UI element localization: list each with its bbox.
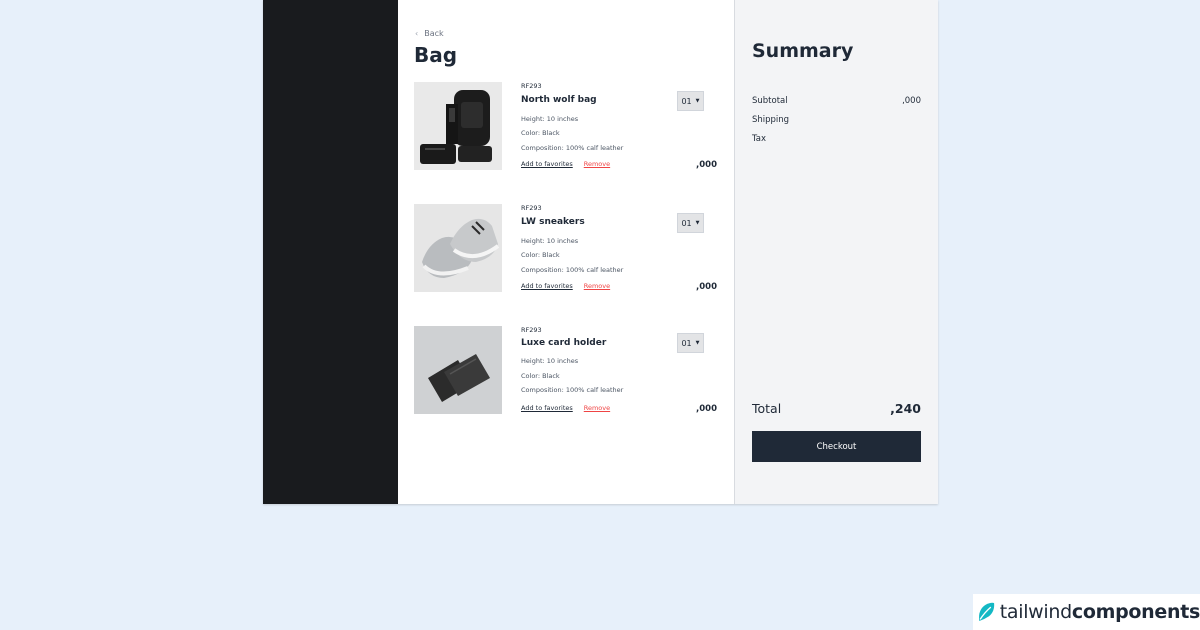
shipping-row: Shipping: [752, 115, 921, 125]
add-to-favorites-link[interactable]: Add to favorites: [521, 404, 573, 412]
subtotal-label: Subtotal: [752, 96, 788, 106]
caret-down-icon: ▼: [695, 98, 700, 104]
summary-panel: Summary Subtotal ,000 Shipping Tax Total…: [735, 0, 938, 504]
quantity-select[interactable]: 01 ▼: [677, 333, 704, 353]
cart-frame: ‹ Back Bag RF293 North wolf bag Height: …: [263, 0, 938, 504]
checkout-button[interactable]: Checkout: [752, 431, 921, 462]
bag-panel: ‹ Back Bag RF293 North wolf bag Height: …: [398, 0, 735, 504]
add-to-favorites-link[interactable]: Add to favorites: [521, 160, 573, 168]
item-color: Color: Black: [521, 372, 560, 380]
total-value: ,240: [890, 401, 921, 416]
page-title: Bag: [414, 43, 458, 67]
item-composition: Composition: 100% calf leather: [521, 386, 624, 394]
quantity-select[interactable]: 01 ▼: [677, 213, 704, 233]
cart-item: RF293 LW sneakers Height: 10 inches Colo…: [414, 204, 719, 296]
total-row: Total ,240: [752, 401, 921, 416]
quantity-value: 01: [681, 218, 692, 228]
remove-link[interactable]: Remove: [584, 160, 610, 168]
back-label: Back: [424, 29, 444, 38]
dark-side-panel: [263, 0, 398, 504]
backpack-image: [414, 82, 502, 170]
cart-item: RF293 North wolf bag Height: 10 inches C…: [414, 82, 719, 174]
chevron-left-icon: ‹: [415, 29, 419, 38]
item-price: ,000: [696, 282, 717, 292]
item-actions: Add to favorites Remove: [521, 160, 610, 168]
remove-link[interactable]: Remove: [584, 404, 610, 412]
item-actions: Add to favorites Remove: [521, 282, 610, 290]
item-composition: Composition: 100% calf leather: [521, 266, 624, 274]
brand-name: tailwindcomponents: [1000, 601, 1200, 623]
item-sku: RF293: [521, 82, 542, 90]
item-height: Height: 10 inches: [521, 357, 579, 365]
summary-title: Summary: [752, 40, 854, 62]
item-name: Luxe card holder: [521, 338, 607, 348]
back-link[interactable]: ‹ Back: [415, 29, 444, 38]
card-holder-image: [414, 326, 502, 414]
quantity-value: 01: [681, 96, 692, 106]
item-sku: RF293: [521, 204, 542, 212]
item-height: Height: 10 inches: [521, 115, 579, 123]
subtotal-row: Subtotal ,000: [752, 96, 921, 106]
item-name: North wolf bag: [521, 95, 597, 105]
quantity-select[interactable]: 01 ▼: [677, 91, 704, 111]
remove-link[interactable]: Remove: [584, 282, 610, 290]
brand-watermark: tailwindcomponents: [973, 594, 1200, 630]
item-color: Color: Black: [521, 129, 560, 137]
item-sku: RF293: [521, 326, 542, 334]
tax-label: Tax: [752, 134, 767, 144]
brand-name-bold: components: [1071, 601, 1200, 623]
item-composition: Composition: 100% calf leather: [521, 144, 624, 152]
subtotal-value: ,000: [902, 96, 921, 106]
total-label: Total: [752, 401, 782, 416]
add-to-favorites-link[interactable]: Add to favorites: [521, 282, 573, 290]
sneakers-image: [414, 204, 502, 292]
quantity-value: 01: [681, 338, 692, 348]
item-price: ,000: [696, 160, 717, 170]
item-name: LW sneakers: [521, 217, 585, 227]
item-actions: Add to favorites Remove: [521, 404, 610, 412]
brand-name-light: tailwind: [999, 601, 1072, 623]
caret-down-icon: ▼: [695, 340, 700, 346]
cart-item: RF293 Luxe card holder Height: 10 inches…: [414, 326, 719, 418]
tax-row: Tax: [752, 134, 921, 144]
shipping-label: Shipping: [752, 115, 790, 125]
caret-down-icon: ▼: [695, 220, 700, 226]
item-price: ,000: [696, 404, 717, 414]
item-height: Height: 10 inches: [521, 237, 579, 245]
item-color: Color: Black: [521, 251, 560, 259]
leaf-logo-icon: [979, 602, 995, 622]
